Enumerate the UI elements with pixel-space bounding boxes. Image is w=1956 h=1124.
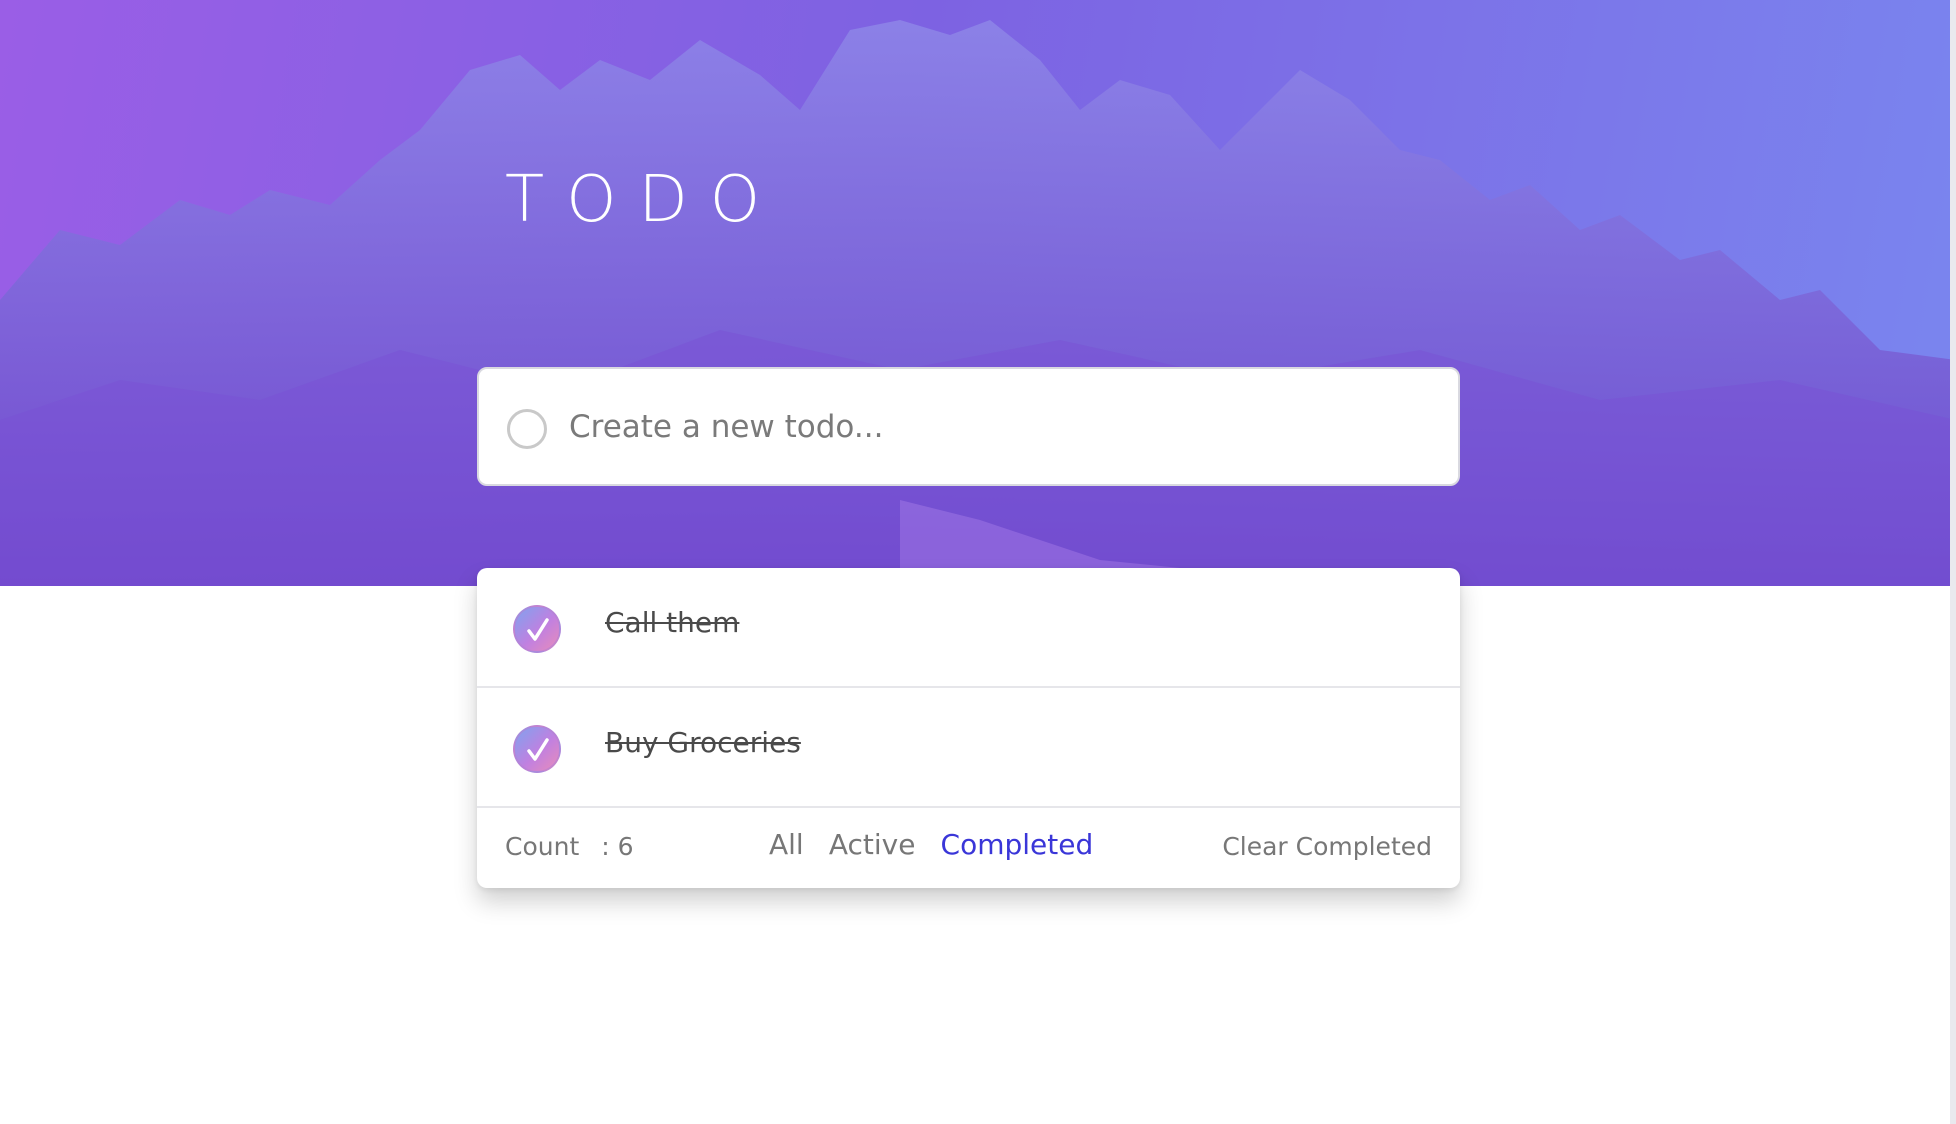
filter-active[interactable]: Active xyxy=(829,828,916,861)
filter-group: All Active Completed xyxy=(769,828,1113,861)
checkmark-icon[interactable] xyxy=(513,605,561,653)
todo-footer: Count : 6 All Active Completed Clear Comp… xyxy=(477,808,1460,888)
count-label: Count xyxy=(505,832,580,861)
todo-list: Call them Buy Groceries Count : 6 All Act… xyxy=(477,568,1460,888)
checkmark-icon[interactable] xyxy=(513,725,561,773)
item-count: Count : 6 xyxy=(505,832,634,861)
new-todo-bar xyxy=(477,367,1460,486)
new-todo-input[interactable] xyxy=(567,397,1427,457)
filter-all[interactable]: All xyxy=(769,828,804,861)
clear-completed-button[interactable]: Clear Completed xyxy=(1222,832,1432,861)
todo-text: Buy Groceries xyxy=(605,726,801,759)
todo-text: Call them xyxy=(605,606,740,639)
todo-item[interactable]: Buy Groceries xyxy=(477,688,1460,808)
todo-item[interactable]: Call them xyxy=(477,568,1460,688)
hero-banner xyxy=(0,0,1956,586)
count-value: : 6 xyxy=(601,832,634,861)
app-title: TODO xyxy=(505,163,783,237)
filter-completed[interactable]: Completed xyxy=(941,828,1094,861)
circle-outline-icon[interactable] xyxy=(507,409,547,449)
window-edge xyxy=(1950,0,1956,1124)
mountain-image xyxy=(0,20,1956,586)
